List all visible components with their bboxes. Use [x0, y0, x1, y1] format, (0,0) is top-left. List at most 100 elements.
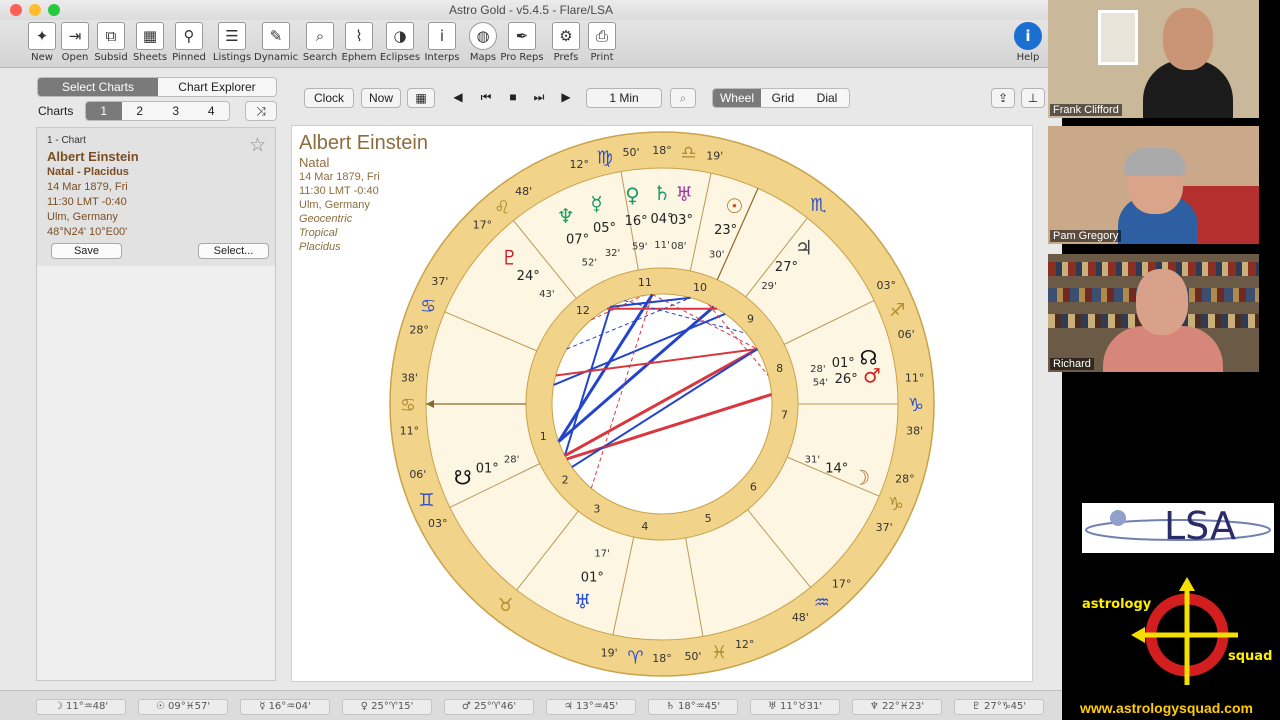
- chart-card-type: Natal - Placidus: [47, 166, 129, 178]
- toolbar-pro-reps-button[interactable]: ✒ Pro Reps: [500, 22, 544, 63]
- house-number: 2: [562, 474, 569, 487]
- close-window-icon[interactable]: [10, 4, 22, 16]
- tab-wheel[interactable]: Wheel: [713, 89, 761, 107]
- ephem-icon: ⌇: [345, 22, 373, 50]
- planet-degree: 03°: [670, 213, 693, 228]
- cusp-minute-label: 06': [409, 468, 426, 481]
- calendar-icon[interactable]: ▦: [407, 88, 435, 108]
- minimize-window-icon[interactable]: [29, 4, 41, 16]
- chart-slot-3[interactable]: 3: [158, 102, 194, 120]
- planet-glyph-icon: ♅: [675, 182, 693, 206]
- zoom-search-icon[interactable]: ⌕: [670, 88, 696, 108]
- house-number: 6: [750, 480, 757, 493]
- toolbar-ephem-button[interactable]: ⌇ Ephem: [337, 22, 381, 63]
- zodiac-sign-glyph: ♒: [814, 592, 830, 613]
- toolbar-label: Sheets: [132, 52, 168, 63]
- go-last-icon[interactable]: ⏭: [528, 88, 550, 108]
- cusp-minute-label: 48': [515, 185, 532, 198]
- house-number: 7: [781, 409, 788, 422]
- pin-icon[interactable]: ⊥: [1021, 88, 1045, 108]
- sheets-icon: ▦: [136, 22, 164, 50]
- house-number: 3: [593, 502, 600, 515]
- toolbar-eclipses-button[interactable]: ◑ Eclipses: [378, 22, 422, 63]
- zodiac-sign-glyph: ♋: [400, 395, 416, 416]
- zodiac-sign-glyph: ♌: [494, 198, 510, 219]
- select-button[interactable]: Select...: [198, 243, 269, 259]
- tab-chart-explorer[interactable]: Chart Explorer: [158, 78, 276, 96]
- toolbar-dynamic-button[interactable]: ✎ Dynamic: [254, 22, 298, 63]
- tab-grid[interactable]: Grid: [761, 89, 805, 107]
- step-back-icon[interactable]: ◀: [447, 88, 469, 108]
- toolbar-subsid-button[interactable]: ⧉ Subsid: [89, 22, 133, 63]
- cusp-minute-label: 19': [601, 646, 618, 659]
- zodiac-sign-glyph: ♓: [711, 642, 727, 663]
- chart-slot-2[interactable]: 2: [122, 102, 158, 120]
- zoom-window-icon[interactable]: [48, 4, 60, 16]
- share-icon[interactable]: ⇪: [991, 88, 1015, 108]
- planet-minute: 08': [671, 241, 686, 252]
- planet-degree: 23°: [714, 223, 737, 238]
- planet-glyph-icon: ♄: [653, 181, 671, 205]
- planet-minute: 28': [810, 364, 825, 375]
- cusp-degree-label: 17°: [832, 578, 852, 591]
- shuffle-icon: ⤨: [256, 104, 266, 118]
- now-button[interactable]: Now: [361, 88, 401, 108]
- cusp-degree-label: 11°: [400, 425, 420, 438]
- cusp-degree-label: 03°: [428, 517, 448, 530]
- dynamic-icon: ✎: [262, 22, 290, 50]
- toolbar-label: Ephem: [341, 52, 377, 63]
- planet-glyph-icon: ♅: [574, 590, 592, 614]
- toolbar-pinned-button[interactable]: ⚲ Pinned: [167, 22, 211, 63]
- zodiac-sign-glyph: ♍: [597, 148, 613, 169]
- planet-position-chip: ♄ 18°♒45': [648, 699, 738, 715]
- search-icon: ⌕: [306, 22, 334, 50]
- cusp-degree-label: 28°: [895, 472, 915, 485]
- chart-slot-1[interactable]: 1: [86, 102, 122, 120]
- toolbar-maps-button[interactable]: ◍ Maps: [461, 22, 505, 63]
- eclipses-icon: ◑: [386, 22, 414, 50]
- play-icon[interactable]: ▶: [555, 88, 577, 108]
- cusp-minute-label: 06': [898, 328, 915, 341]
- planet-minute: 43': [539, 289, 554, 300]
- stop-icon[interactable]: ■: [502, 88, 524, 108]
- help-label: Help: [1016, 52, 1040, 63]
- tab-select-charts[interactable]: Select Charts: [38, 78, 158, 96]
- chart-slot-4[interactable]: 4: [193, 102, 229, 120]
- planet-degree: 05°: [593, 221, 616, 236]
- cusp-minute-label: 38': [906, 425, 923, 438]
- toolbar-search-button[interactable]: ⌕ Search: [298, 22, 342, 63]
- shuffle-button[interactable]: ⤨: [245, 101, 277, 121]
- video-tile-pam: Pam Gregory: [1048, 126, 1259, 244]
- printer-icon: ⎙: [588, 22, 616, 50]
- house-number: 11: [638, 276, 652, 289]
- house-number: 10: [693, 281, 707, 294]
- title-bar: Astro Gold - v5.4.5 - Flare/LSA: [0, 0, 1062, 20]
- toolbar-label: Search: [302, 52, 338, 63]
- zodiac-sign-glyph: ♈: [627, 648, 643, 669]
- toolbar-print-button[interactable]: ⎙ Print: [580, 22, 624, 63]
- chart-area: Albert Einstein Natal 14 Mar 1879, Fri 1…: [291, 125, 1033, 682]
- planet-minute: 54': [813, 378, 828, 389]
- save-button[interactable]: Save: [51, 243, 122, 259]
- toolbar-listings-button[interactable]: ☰ Listings: [210, 22, 254, 63]
- astrology-squad-logo: astrology squad: [1080, 575, 1275, 695]
- new-chart-icon: ✦: [28, 22, 56, 50]
- help-button[interactable]: i Help: [1006, 22, 1050, 63]
- natal-chart-wheel[interactable]: ♋11°38'♋28°37'♌17°48'♍12°50' ♎18° 19'♏♐03°…: [292, 126, 1034, 683]
- clock-button[interactable]: Clock: [304, 88, 354, 108]
- toolbar-sheets-button[interactable]: ▦ Sheets: [128, 22, 172, 63]
- chart-card[interactable]: 1 - Chart ☆ Albert Einstein Natal - Plac…: [36, 127, 276, 681]
- listings-icon: ☰: [218, 22, 246, 50]
- toolbar-interps-button[interactable]: i Interps: [420, 22, 464, 63]
- favorite-star-icon[interactable]: ☆: [249, 134, 266, 156]
- cusp-minute-label: 37': [431, 275, 448, 288]
- chart-card-coords: 48°N24' 10°E00': [47, 226, 128, 238]
- planet-minute: 29': [761, 281, 776, 292]
- time-step-field[interactable]: 1 Min: [586, 88, 662, 108]
- subsid-icon: ⧉: [97, 22, 125, 50]
- tab-dial[interactable]: Dial: [805, 89, 849, 107]
- go-first-icon[interactable]: ⏮: [475, 88, 497, 108]
- cusp-minute-label: 37': [876, 521, 893, 534]
- open-icon: ⇥: [61, 22, 89, 50]
- planet-degree: 01°: [832, 356, 855, 371]
